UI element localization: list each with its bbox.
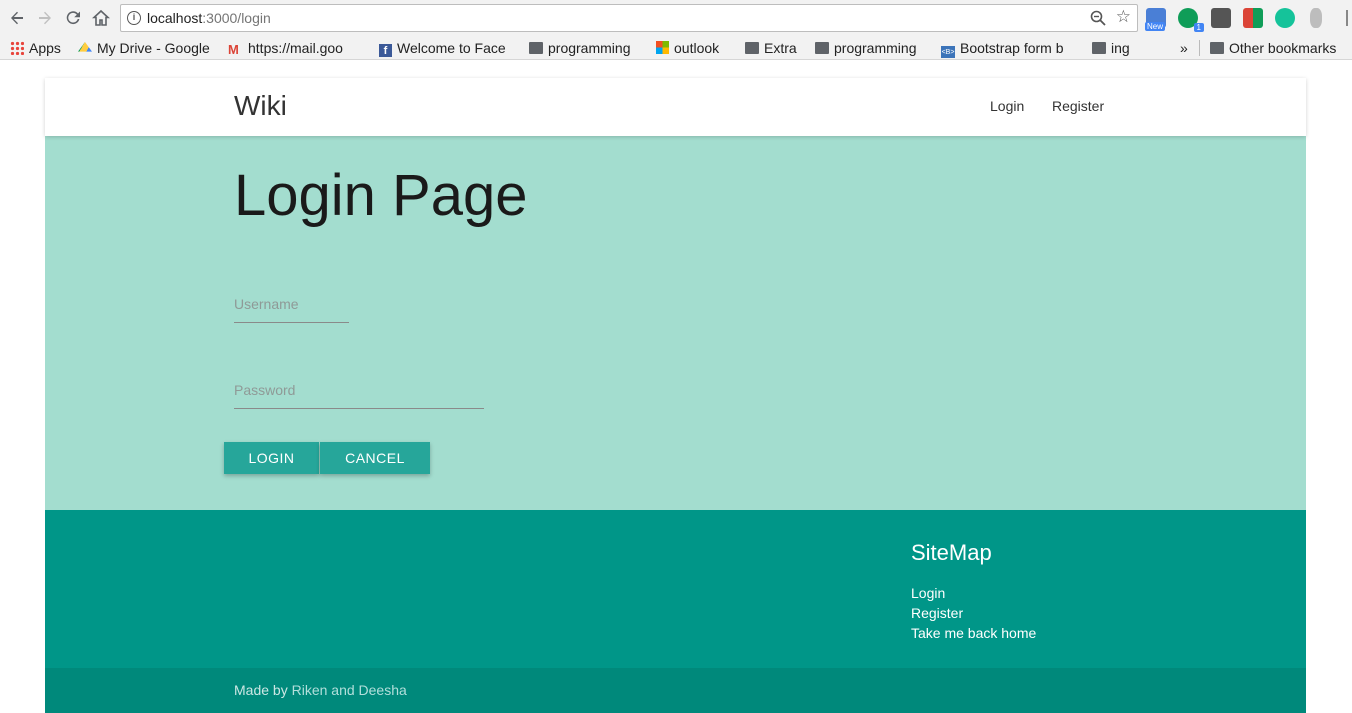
bootstrap-icon: <B> xyxy=(941,46,955,58)
bookmark-folder-programming[interactable]: programming xyxy=(529,38,649,58)
reload-button[interactable] xyxy=(61,6,85,30)
apps-grid-icon xyxy=(10,41,24,55)
url-text[interactable]: localhost:3000/login xyxy=(147,10,271,26)
forward-arrow-icon xyxy=(39,11,51,25)
bookmark-gmail[interactable]: Mhttps://mail.goo xyxy=(228,38,368,58)
authors-link[interactable]: Riken and Deesha xyxy=(292,682,407,698)
site-navbar: Wiki Login Register xyxy=(45,78,1306,136)
home-button[interactable] xyxy=(89,6,113,30)
folder-icon xyxy=(815,42,829,54)
folder-icon xyxy=(1210,42,1224,54)
bookmark-apps[interactable]: Apps xyxy=(10,38,70,58)
other-bookmarks[interactable]: Other bookmarks xyxy=(1210,38,1352,58)
footer-home-link[interactable]: Take me back home xyxy=(911,625,1036,641)
bookmarks-bar: Apps My Drive - Google Mhttps://mail.goo… xyxy=(0,36,1352,60)
info-icon[interactable]: i xyxy=(127,11,141,25)
extension-misc-icon[interactable] xyxy=(1310,8,1322,28)
forward-button[interactable] xyxy=(33,6,57,30)
bookmark-folder-extra[interactable]: Extra xyxy=(745,38,805,58)
menu-icon[interactable] xyxy=(1346,10,1348,26)
bookmarks-overflow-button[interactable]: » xyxy=(1180,38,1194,58)
microsoft-icon xyxy=(656,41,669,54)
brand-logo[interactable]: Wiki xyxy=(234,90,287,122)
password-input[interactable] xyxy=(234,382,484,409)
nav-register-link[interactable]: Register xyxy=(1052,98,1104,114)
bookmark-star-icon[interactable]: ☆ xyxy=(1116,7,1131,27)
home-icon xyxy=(92,9,110,26)
zoom-icon[interactable] xyxy=(1089,9,1107,27)
grammarly-icon[interactable] xyxy=(1275,8,1295,28)
google-drive-icon xyxy=(78,42,92,52)
made-by-text: Made by Riken and Deesha xyxy=(234,682,407,698)
facebook-icon: f xyxy=(379,44,392,57)
browser-toolbar: i localhost:3000/login ☆ New 1 xyxy=(0,0,1352,36)
extension-google-icon[interactable] xyxy=(1243,8,1263,28)
footer-login-link[interactable]: Login xyxy=(911,585,945,601)
login-button[interactable]: LOGIN xyxy=(224,442,319,474)
back-button[interactable] xyxy=(5,6,29,30)
nav-login-link[interactable]: Login xyxy=(990,98,1024,114)
folder-icon xyxy=(1092,42,1106,54)
folder-icon xyxy=(745,42,759,54)
username-input[interactable] xyxy=(234,296,349,323)
bookmark-my-drive[interactable]: My Drive - Google xyxy=(78,38,216,58)
address-bar[interactable]: i localhost:3000/login ☆ xyxy=(120,4,1138,32)
gmail-icon: M xyxy=(228,42,239,57)
login-section: Login Page LOGIN CANCEL xyxy=(45,136,1306,510)
site-container: Wiki Login Register Login Page LOGIN CAN… xyxy=(45,78,1306,713)
bookmarks-divider xyxy=(1199,40,1200,56)
reload-icon xyxy=(66,11,80,25)
sitemap-title: SiteMap xyxy=(911,540,992,565)
bookmark-folder-ing[interactable]: ing xyxy=(1092,38,1142,58)
bookmark-outlook[interactable]: outlook xyxy=(656,38,736,58)
folder-icon xyxy=(529,42,543,54)
page-viewport: Wiki Login Register Login Page LOGIN CAN… xyxy=(0,61,1352,713)
bookmark-bootstrap-form[interactable]: <B> Bootstrap form b xyxy=(941,38,1078,58)
extension-new-icon[interactable]: New xyxy=(1145,8,1166,31)
cancel-button[interactable]: CANCEL xyxy=(320,442,430,474)
bookmark-facebook[interactable]: f Welcome to Face xyxy=(379,38,516,58)
footer-copyright: Made by Riken and Deesha xyxy=(45,668,1306,713)
bookmark-folder-programming-2[interactable]: programming xyxy=(815,38,935,58)
back-arrow-icon xyxy=(11,11,23,25)
extension-shield-icon[interactable] xyxy=(1211,8,1231,28)
extension-chat-icon[interactable]: 1 xyxy=(1178,8,1204,32)
footer-register-link[interactable]: Register xyxy=(911,605,963,621)
site-footer: SiteMap Login Register Take me back home xyxy=(45,510,1306,668)
page-title: Login Page xyxy=(234,163,528,228)
